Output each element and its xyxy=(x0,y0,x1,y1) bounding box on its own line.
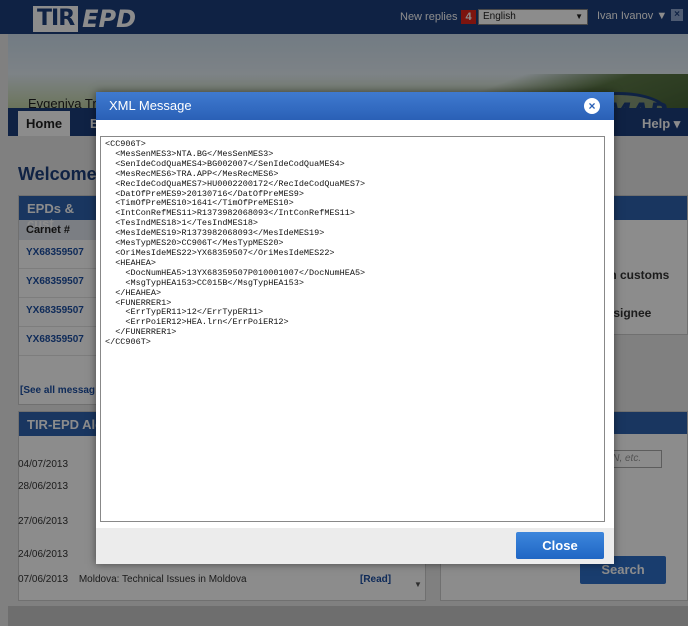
close-button[interactable]: Close xyxy=(516,532,604,559)
dialog-header: XML Message × xyxy=(96,92,614,120)
xml-content-area[interactable]: <CC906T> <MesSenMES3>NTA.BG</MesSenMES3>… xyxy=(100,136,605,522)
close-icon[interactable]: × xyxy=(584,98,600,114)
xml-text: <CC906T> <MesSenMES3>NTA.BG</MesSenMES3>… xyxy=(105,139,366,348)
xml-message-dialog: XML Message × <CC906T> <MesSenMES3>NTA.B… xyxy=(96,92,614,564)
dialog-title: XML Message xyxy=(109,98,192,113)
